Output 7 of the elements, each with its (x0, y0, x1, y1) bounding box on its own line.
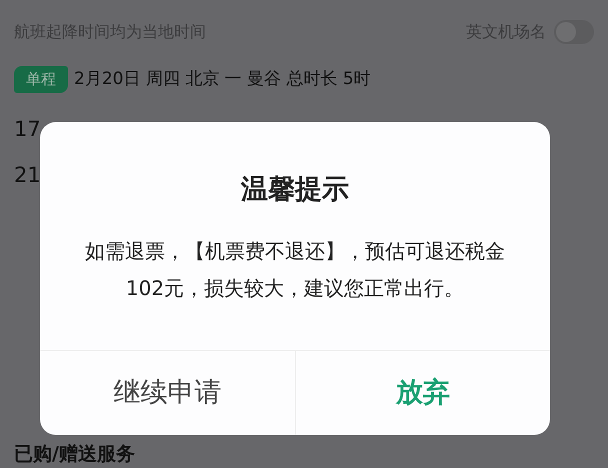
trip-type-badge: 单程 (14, 66, 68, 92)
continue-button[interactable]: 继续申请 (40, 351, 294, 435)
dialog-message: 如需退票，【机票费不退还】，预估可退还税金102元，损失较大，建议您正常出行。 (84, 238, 506, 302)
section-title: 已购/赠送服务 (14, 443, 135, 465)
flight-time: 17 (14, 116, 42, 142)
dialog-title: 温馨提示 (241, 173, 349, 207)
trip-summary: 2月20日 周四 北京 一 曼谷 总时长 5时 (74, 68, 371, 90)
